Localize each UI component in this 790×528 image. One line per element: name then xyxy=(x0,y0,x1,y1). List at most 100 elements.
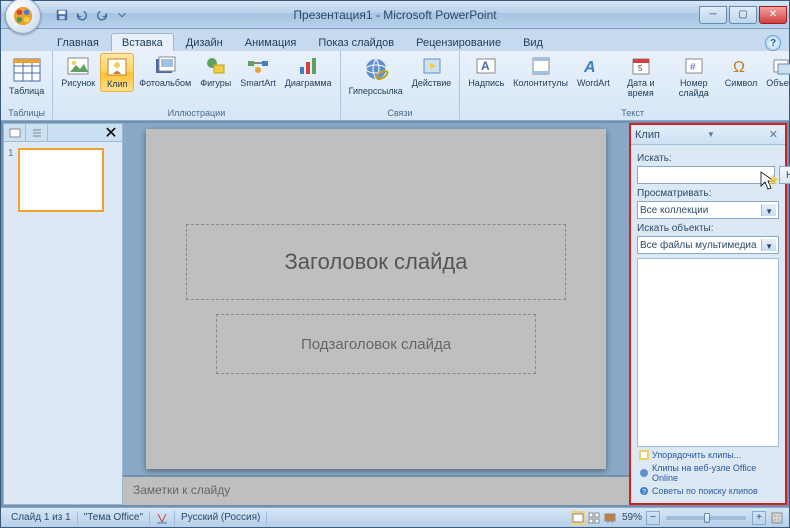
svg-text:A: A xyxy=(481,59,490,73)
picture-icon xyxy=(66,55,90,77)
hyperlink-button[interactable]: Гиперссылка xyxy=(345,53,407,98)
window-controls: ─ ▢ ✕ xyxy=(699,6,789,24)
title-placeholder[interactable]: Заголовок слайда xyxy=(186,224,566,300)
maximize-button[interactable]: ▢ xyxy=(729,6,757,24)
tab-home[interactable]: Главная xyxy=(47,34,109,51)
title-bar: Презентация1 - Microsoft PowerPoint ─ ▢ … xyxy=(1,1,789,29)
sorter-view[interactable] xyxy=(587,511,601,525)
wordart-icon: A xyxy=(581,55,605,77)
textbox-button[interactable]: A Надпись xyxy=(464,53,508,90)
taskpane-title: Клип xyxy=(635,129,660,141)
taskpane-links: Упорядочить клипы... Клипы на веб-узле O… xyxy=(637,447,779,499)
smartart-button[interactable]: SmartArt xyxy=(236,53,280,90)
svg-text:5: 5 xyxy=(638,64,643,73)
datetime-button[interactable]: 5 Дата и время xyxy=(615,53,667,100)
object-icon xyxy=(770,55,790,77)
panel-close[interactable]: ✕ xyxy=(100,124,122,141)
tab-slideshow[interactable]: Показ слайдов xyxy=(308,34,404,51)
workspace: ✕ 1 Заголовок слайда Подзаголовок слайда… xyxy=(1,121,789,507)
chart-icon xyxy=(296,55,320,77)
textbox-icon: A xyxy=(474,55,498,77)
photoalbum-icon xyxy=(153,55,177,77)
search-start-button[interactable]: Начать xyxy=(779,166,790,184)
tab-review[interactable]: Рецензирование xyxy=(406,34,511,51)
group-tables: Таблица Таблицы xyxy=(1,51,53,120)
action-icon xyxy=(420,55,444,77)
slideshow-view[interactable] xyxy=(603,511,617,525)
tab-view[interactable]: Вид xyxy=(513,34,553,51)
language-status[interactable]: Русский (Россия) xyxy=(175,511,267,525)
headerfooter-button[interactable]: Колонтитулы xyxy=(509,53,572,90)
group-text: A Надпись Колонтитулы A WordArt 5 Дата и… xyxy=(460,51,790,120)
undo-button[interactable] xyxy=(73,6,91,24)
photoalbum-button[interactable]: Фотоальбом xyxy=(135,53,195,90)
picture-button[interactable]: Рисунок xyxy=(57,53,99,90)
spell-icon[interactable] xyxy=(150,511,175,525)
chart-button[interactable]: Диаграмма xyxy=(281,53,336,90)
svg-text:?: ? xyxy=(642,489,646,496)
theme-name[interactable]: "Тема Office" xyxy=(78,511,150,525)
tab-animation[interactable]: Анимация xyxy=(235,34,307,51)
clip-button[interactable]: Клип xyxy=(100,53,134,92)
object-button[interactable]: Объект xyxy=(762,53,790,90)
taskpane-close[interactable]: ✕ xyxy=(766,128,781,141)
hyperlink-icon xyxy=(360,55,392,85)
slide-canvas[interactable]: Заголовок слайда Подзаголовок слайда xyxy=(123,123,629,475)
office-button[interactable] xyxy=(5,0,41,34)
tips-link[interactable]: ?Советы по поиску клипов xyxy=(639,486,777,496)
thumbnail-preview xyxy=(18,148,104,212)
fit-window[interactable] xyxy=(770,511,784,525)
symbol-button[interactable]: Ω Символ xyxy=(721,53,761,90)
action-button[interactable]: Действие xyxy=(408,53,456,90)
save-button[interactable] xyxy=(53,6,71,24)
online-link[interactable]: Клипы на веб-узле Office Online xyxy=(639,463,777,483)
objects-label: Искать объекты: xyxy=(637,223,779,234)
ribbon-tabs: Главная Вставка Дизайн Анимация Показ сл… xyxy=(1,29,789,51)
normal-view[interactable] xyxy=(571,511,585,525)
close-button[interactable]: ✕ xyxy=(759,6,787,24)
help-icon[interactable]: ? xyxy=(765,35,781,51)
svg-text:A: A xyxy=(583,59,596,76)
shapes-button[interactable]: Фигуры xyxy=(196,53,235,90)
zoom-slider[interactable] xyxy=(666,516,746,520)
calendar-icon: 5 xyxy=(629,55,653,77)
slide: Заголовок слайда Подзаголовок слайда xyxy=(146,129,606,469)
clip-icon xyxy=(105,56,129,78)
table-button[interactable]: Таблица xyxy=(5,53,48,98)
clip-taskpane: Клип ▼ ✕ Искать: Начать Просматривать: В… xyxy=(629,123,787,505)
wordart-button[interactable]: A WordArt xyxy=(573,53,614,90)
objects-select[interactable]: Все файлы мультимедиа▼ xyxy=(637,236,779,254)
quick-access-toolbar xyxy=(53,6,131,24)
organize-icon xyxy=(639,450,649,460)
zoom-percent[interactable]: 59% xyxy=(618,511,646,525)
shapes-icon xyxy=(204,55,228,77)
table-icon xyxy=(11,55,43,85)
taskpane-menu[interactable]: ▼ xyxy=(707,130,715,139)
app-window: Презентация1 - Microsoft PowerPoint ─ ▢ … xyxy=(0,0,790,528)
tab-design[interactable]: Дизайн xyxy=(176,34,233,51)
search-input[interactable] xyxy=(637,166,775,184)
notes-pane[interactable]: Заметки к слайду xyxy=(123,475,629,505)
results-area xyxy=(637,258,779,447)
search-label: Искать: xyxy=(637,153,779,164)
smartart-icon xyxy=(246,55,270,77)
subtitle-placeholder[interactable]: Подзаголовок слайда xyxy=(216,314,536,374)
number-icon: # xyxy=(682,55,706,77)
view-controls: 59% − + xyxy=(570,511,785,525)
slidenumber-button[interactable]: # Номер слайда xyxy=(668,53,720,100)
status-bar: Слайд 1 из 1 "Тема Office" Русский (Росс… xyxy=(1,507,789,527)
organize-link[interactable]: Упорядочить клипы... xyxy=(639,450,777,460)
redo-button[interactable] xyxy=(93,6,111,24)
browse-select[interactable]: Все коллекции▼ xyxy=(637,201,779,219)
minimize-button[interactable]: ─ xyxy=(699,6,727,24)
slides-tab[interactable] xyxy=(4,124,26,141)
outline-tab[interactable] xyxy=(26,124,48,141)
tab-insert[interactable]: Вставка xyxy=(111,33,174,51)
zoom-in[interactable]: + xyxy=(752,511,766,525)
slide-count[interactable]: Слайд 1 из 1 xyxy=(5,511,78,525)
slide-panel-tabs: ✕ xyxy=(4,124,122,142)
taskpane-header: Клип ▼ ✕ xyxy=(631,125,785,145)
slide-thumbnail-1[interactable]: 1 xyxy=(4,142,122,218)
zoom-out[interactable]: − xyxy=(646,511,660,525)
qat-menu[interactable] xyxy=(113,6,131,24)
